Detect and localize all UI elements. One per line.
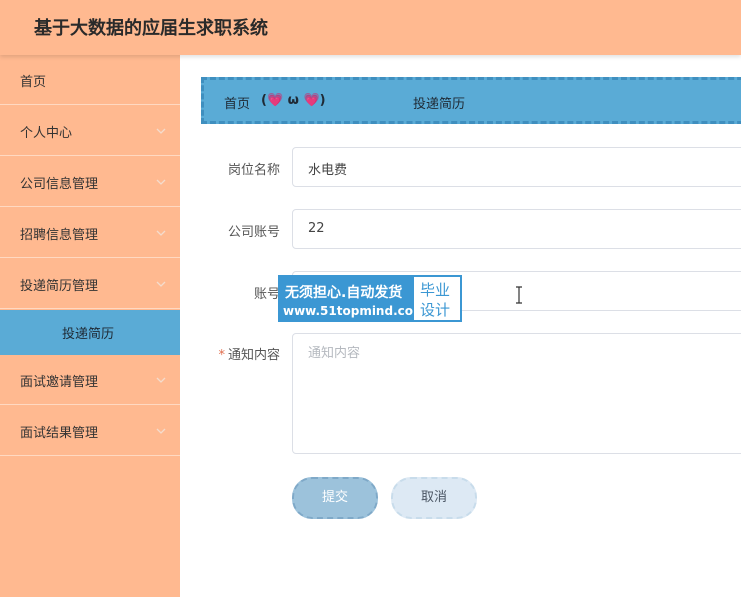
app-header: 基于大数据的应届生求职系统 [0, 0, 741, 55]
sidebar-item-label: 招聘信息管理 [20, 228, 99, 243]
sidebar-item-recruitment-info[interactable]: 招聘信息管理 [0, 208, 180, 258]
breadcrumb-current: 投递简历 [413, 97, 466, 112]
watermark-banner: 无须担心.自动发货 www.51topmind.com 毕业 设计 [278, 275, 462, 322]
account-label: 账号 [253, 287, 280, 302]
notice-content-placeholder: 通知内容 [308, 346, 361, 361]
sidebar-subitem-label: 投递简历 [62, 327, 115, 342]
sidebar-item-label: 公司信息管理 [20, 177, 99, 192]
company-account-field[interactable]: 22 [292, 209, 741, 249]
sidebar-item-interview-result[interactable]: 面试结果管理 [0, 406, 180, 456]
required-mark: * [218, 348, 225, 363]
watermark-badge-line1: 毕业 [420, 281, 451, 299]
chevron-down-icon [156, 230, 166, 236]
sidebar-item-label: 面试结果管理 [20, 426, 99, 441]
breadcrumb-home[interactable]: 首页 [224, 93, 250, 112]
sidebar-item-company-info[interactable]: 公司信息管理 [0, 157, 180, 207]
chevron-down-icon [156, 128, 166, 134]
sidebar-item-label: 投递简历管理 [20, 279, 99, 294]
position-name-label: 岗位名称 [227, 163, 280, 178]
chevron-down-icon [156, 281, 166, 287]
sidebar-item-label: 面试邀请管理 [20, 375, 99, 390]
company-account-value: 22 [308, 221, 325, 236]
chevron-down-icon [156, 428, 166, 434]
sidebar-item-interview-invitation[interactable]: 面试邀请管理 [0, 355, 180, 405]
notice-content-label-text: 通知内容 [227, 348, 280, 363]
watermark-text: 无须担心.自动发货 www.51topmind.com [280, 277, 426, 320]
chevron-down-icon [156, 377, 166, 383]
watermark-badge: 毕业 设计 [414, 277, 460, 320]
breadcrumb-separator: (💗 ω 💗) [261, 93, 326, 108]
watermark-badge-line2: 设计 [420, 301, 451, 319]
sidebar-item-home[interactable]: 首页 [0, 55, 180, 105]
sidebar-item-personal-center[interactable]: 个人中心 [0, 106, 180, 156]
cancel-button[interactable]: 取消 [391, 477, 477, 519]
watermark-line1: 无须担心.自动发货 [285, 285, 403, 301]
main-content: 首页 (💗 ω 💗) 投递简历 岗位名称 水电费 公司账号 22 账号 * 通知内… [180, 55, 741, 597]
notice-content-textarea[interactable]: 通知内容 [292, 333, 741, 454]
sidebar-subitem-submit-resume[interactable]: 投递简历 [0, 310, 180, 355]
text-cursor-icon [516, 286, 522, 304]
watermark-line2: www.51topmind.com [283, 304, 426, 318]
sidebar: 首页 个人中心 公司信息管理 招聘信息管理 投递简历管理 投递简历 面试邀请管理… [0, 55, 180, 597]
company-account-label: 公司账号 [227, 225, 280, 240]
notice-content-label: * 通知内容 [180, 344, 280, 363]
breadcrumb: 首页 (💗 ω 💗) 投递简历 [201, 77, 741, 124]
position-name-value: 水电费 [308, 163, 348, 178]
sidebar-item-label: 个人中心 [20, 126, 73, 141]
sidebar-item-label: 首页 [20, 75, 47, 90]
sidebar-item-resume-management[interactable]: 投递简历管理 [0, 259, 180, 309]
submit-button[interactable]: 提交 [292, 477, 378, 519]
app-title: 基于大数据的应届生求职系统 [34, 18, 268, 39]
position-name-field[interactable]: 水电费 [292, 147, 741, 187]
chevron-down-icon [156, 179, 166, 185]
